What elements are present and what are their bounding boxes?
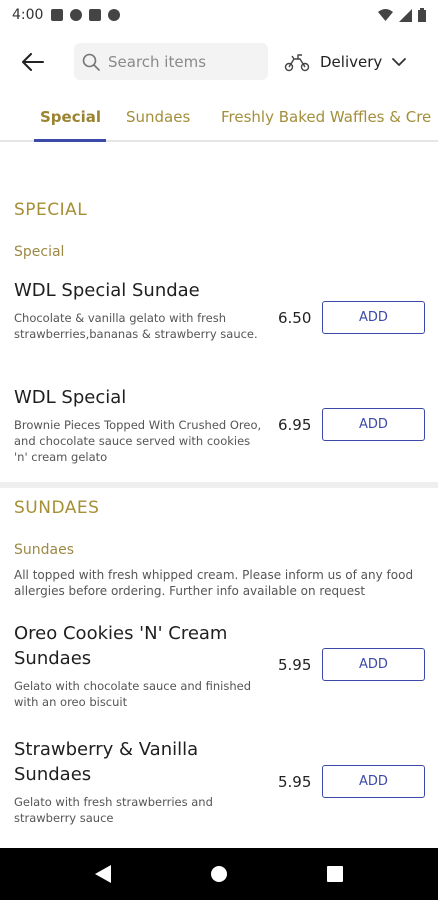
section-description: All topped with fresh whipped cream. Ple… — [14, 568, 414, 598]
section-title-special: SPECIAL — [14, 200, 88, 220]
item-name: Strawberry & Vanilla Sundaes — [14, 739, 199, 785]
back-button[interactable] — [18, 48, 48, 76]
notification-icons — [51, 9, 121, 21]
add-button[interactable]: ADD — [322, 408, 425, 441]
delivery-label: Delivery — [320, 53, 383, 71]
item-description: Gelato with fresh strawberries and straw… — [14, 795, 213, 825]
status-bar: 4:00 — [0, 0, 438, 30]
nav-back-button[interactable] — [91, 862, 115, 886]
header: Delivery — [0, 40, 438, 84]
arrow-left-icon — [22, 53, 44, 71]
delivery-selector[interactable]: Delivery — [284, 46, 407, 78]
sim-icon — [89, 9, 102, 21]
category-tabs: Special Sundaes Freshly Baked Waffles & … — [0, 96, 438, 142]
status-time: 4:00 — [12, 7, 44, 23]
system-icons — [378, 8, 426, 22]
tab-freshly-baked-waffles[interactable]: Freshly Baked Waffles & Cre — [221, 108, 431, 126]
search-icon — [82, 53, 100, 71]
add-button[interactable]: ADD — [322, 648, 425, 681]
chevron-down-icon — [392, 58, 407, 66]
item-name: WDL Special Sundae — [14, 280, 200, 301]
item-name: Oreo Cookies 'N' Cream Sundaes — [14, 623, 228, 669]
search-input[interactable] — [108, 52, 258, 71]
item-price: 6.50 — [278, 309, 312, 327]
app-notification-icon — [70, 9, 83, 21]
item-description: Gelato with chocolate sauce and finished… — [14, 679, 252, 709]
search-box[interactable] — [74, 43, 268, 80]
wifi-icon — [378, 8, 393, 21]
item-price: 6.95 — [278, 416, 312, 434]
tab-sundaes[interactable]: Sundaes — [126, 108, 190, 126]
signal-icon — [399, 8, 412, 22]
subcategory-title-sundaes: Sundaes — [14, 542, 75, 558]
nav-home-button[interactable] — [207, 862, 231, 886]
section-title-sundaes: SUNDAES — [14, 498, 100, 518]
item-description: Chocolate & vanilla gelato with fresh st… — [14, 311, 258, 341]
subcategory-title-special: Special — [14, 244, 65, 260]
section-divider — [0, 482, 438, 488]
item-price: 5.95 — [278, 773, 312, 791]
add-button[interactable]: ADD — [322, 765, 425, 798]
item-name: WDL Special — [14, 387, 127, 408]
system-navigation-bar — [0, 848, 438, 900]
cloud-icon — [108, 9, 121, 21]
add-button[interactable]: ADD — [322, 301, 425, 334]
nav-recents-button[interactable] — [323, 862, 347, 886]
triangle-back-icon — [95, 865, 111, 883]
active-tab-indicator — [34, 139, 106, 142]
scooter-icon — [284, 54, 310, 72]
battery-icon — [418, 8, 426, 22]
mail-icon — [51, 9, 64, 21]
item-price: 5.95 — [278, 656, 312, 674]
tab-special[interactable]: Special — [40, 108, 101, 126]
square-recents-icon — [327, 866, 343, 882]
item-description: Brownie Pieces Topped With Crushed Oreo,… — [14, 418, 262, 464]
circle-home-icon — [211, 866, 227, 882]
